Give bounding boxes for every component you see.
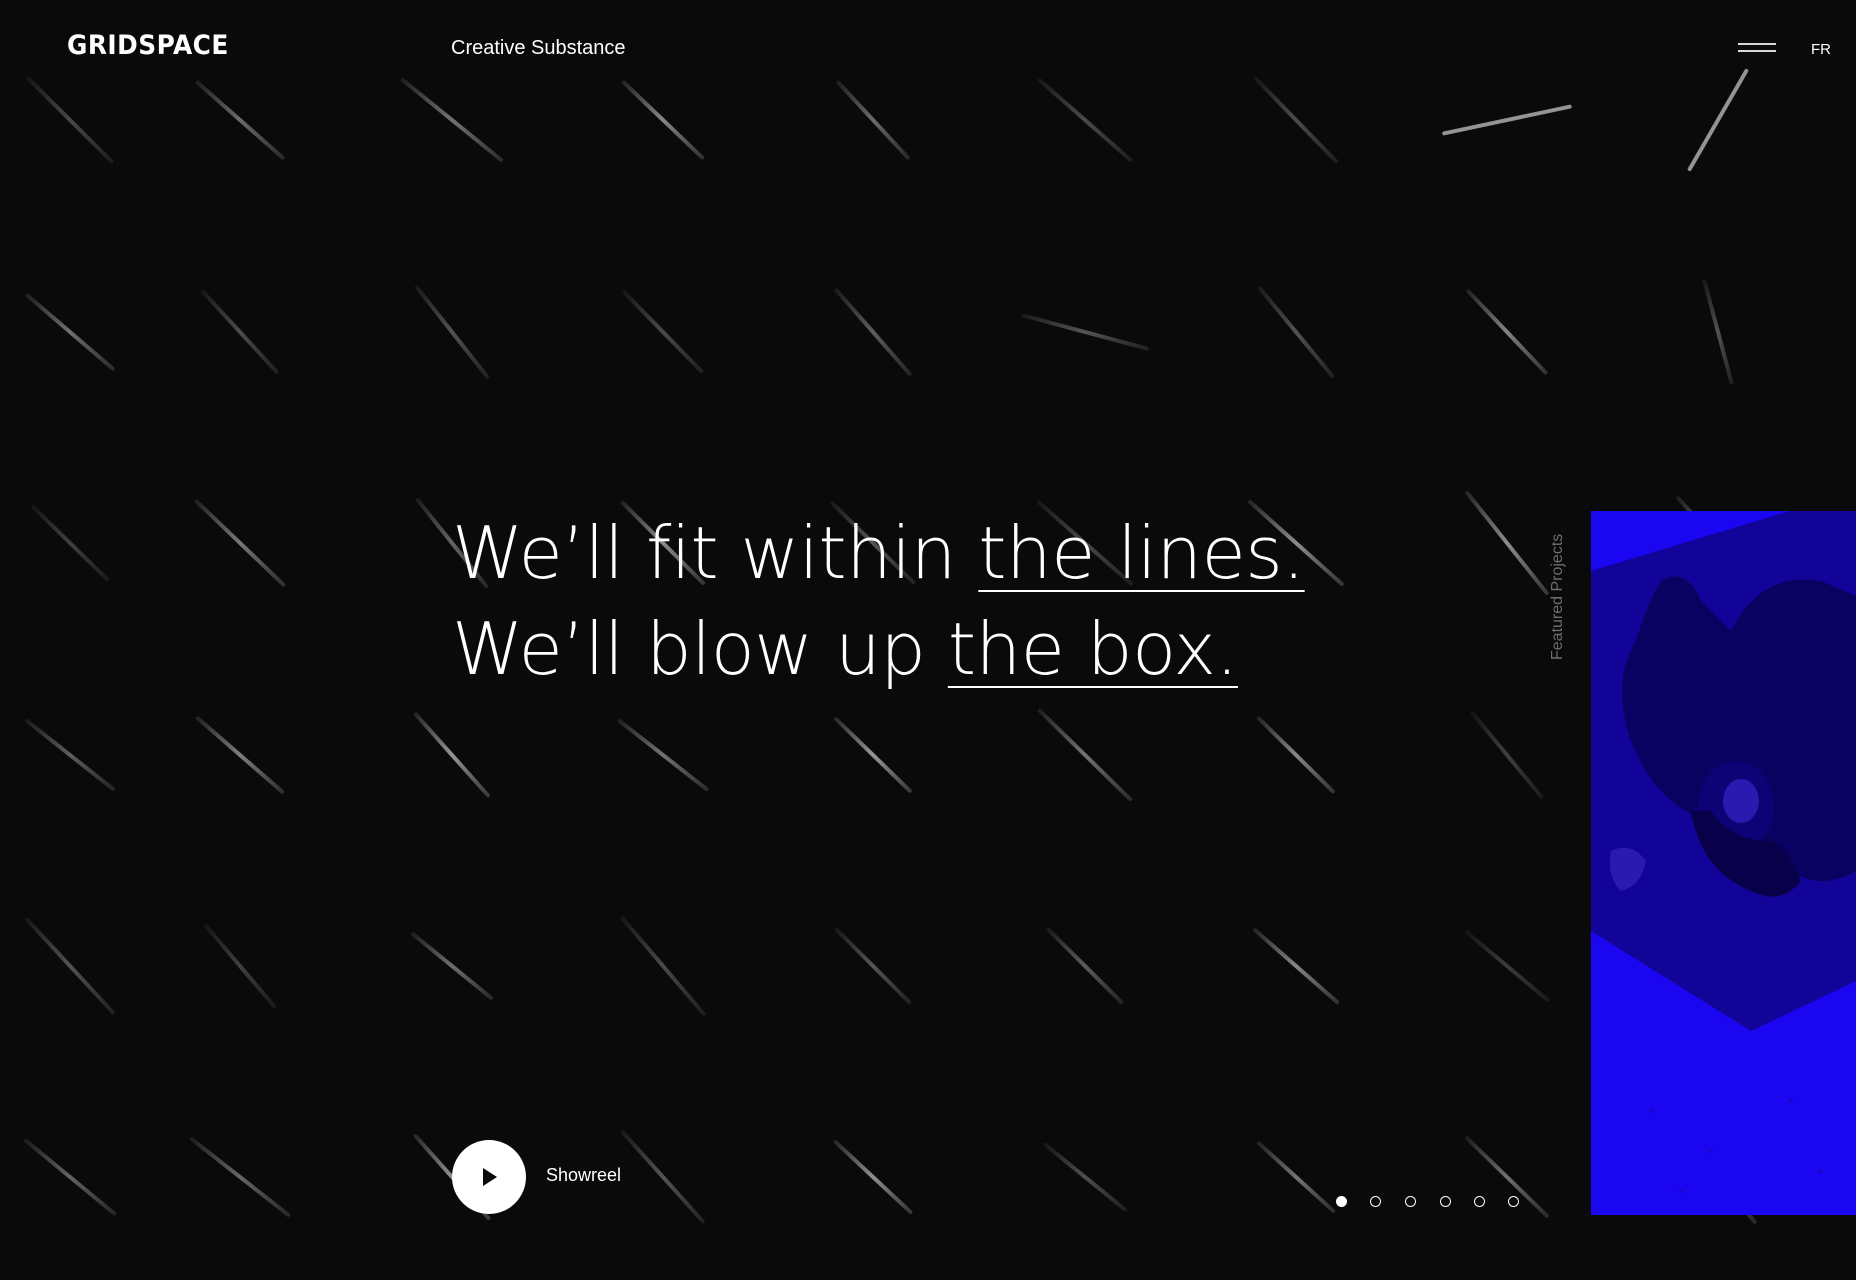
background-line (833, 1140, 913, 1214)
site-tagline: Creative Substance (451, 37, 626, 59)
background-line (1043, 1142, 1127, 1212)
background-line (1037, 78, 1133, 162)
background-line (621, 1130, 705, 1224)
homepage: GRIDSPACE Creative Substance FR We’ll fi… (0, 0, 1856, 1280)
hero-line-1-link[interactable]: the lines. (978, 511, 1305, 595)
background-line (1021, 313, 1149, 351)
person-lying-photo (1591, 511, 1856, 1215)
background-line (1257, 716, 1335, 794)
background-line (622, 290, 704, 374)
background-line (414, 712, 490, 798)
hero-headline: We’ll fit within the lines. We’ll blow u… (452, 505, 1305, 697)
background-line (1037, 708, 1133, 802)
pagination-dot-5[interactable] (1474, 1196, 1485, 1207)
background-line (836, 80, 910, 160)
background-line (400, 78, 504, 162)
pagination-dot-1[interactable] (1336, 1196, 1347, 1207)
hero-line-2: We’ll blow up the box. (452, 601, 1305, 697)
background-line (621, 80, 705, 160)
background-line (195, 80, 285, 160)
background-line (201, 290, 279, 374)
pagination-dot-6[interactable] (1508, 1196, 1519, 1207)
background-line (189, 1137, 291, 1217)
play-icon (483, 1168, 497, 1186)
featured-projects-label: Featured Projects (1549, 533, 1566, 660)
background-line (25, 293, 115, 371)
background-line (1702, 279, 1734, 385)
background-line (1465, 490, 1549, 596)
showreel-label[interactable]: Showreel (546, 1165, 621, 1186)
background-line (1687, 68, 1749, 172)
background-line (195, 716, 285, 794)
background-line (835, 928, 911, 1004)
background-line (31, 505, 109, 581)
background-line (410, 932, 494, 1000)
background-line (414, 285, 490, 379)
background-line (620, 916, 706, 1016)
background-line (1442, 104, 1572, 136)
background-line (1464, 930, 1550, 1002)
pagination-dot-2[interactable] (1370, 1196, 1381, 1207)
background-line (1470, 711, 1544, 799)
background-line (1254, 76, 1338, 164)
background-line (834, 717, 912, 793)
background-line (23, 1138, 117, 1216)
background-line (834, 288, 912, 376)
language-switch-button[interactable]: FR (1811, 41, 1831, 58)
site-logo[interactable]: GRIDSPACE (67, 30, 229, 61)
background-line (1257, 286, 1335, 378)
background-line (1253, 928, 1339, 1004)
background-line (26, 76, 114, 164)
background-line (24, 718, 116, 792)
featured-project-card[interactable] (1591, 511, 1856, 1215)
background-line (203, 923, 277, 1009)
pagination-dot-4[interactable] (1440, 1196, 1451, 1207)
hero-line-2-text: We’ll blow up (452, 607, 948, 691)
background-line (1256, 1141, 1336, 1213)
showreel-play-button[interactable] (452, 1140, 526, 1214)
hamburger-icon (1738, 43, 1776, 45)
hero-line-1: We’ll fit within the lines. (452, 505, 1305, 601)
background-line (1466, 289, 1548, 375)
background-line (617, 718, 709, 792)
hero-line-2-link[interactable]: the box. (948, 607, 1239, 691)
hero-line-1-text: We’ll fit within (452, 511, 979, 595)
menu-button[interactable] (1736, 38, 1778, 58)
background-line (194, 499, 286, 587)
background-line (1046, 928, 1124, 1004)
pagination-dot-3[interactable] (1405, 1196, 1416, 1207)
hamburger-icon-line (1738, 50, 1776, 52)
background-line (25, 917, 115, 1015)
